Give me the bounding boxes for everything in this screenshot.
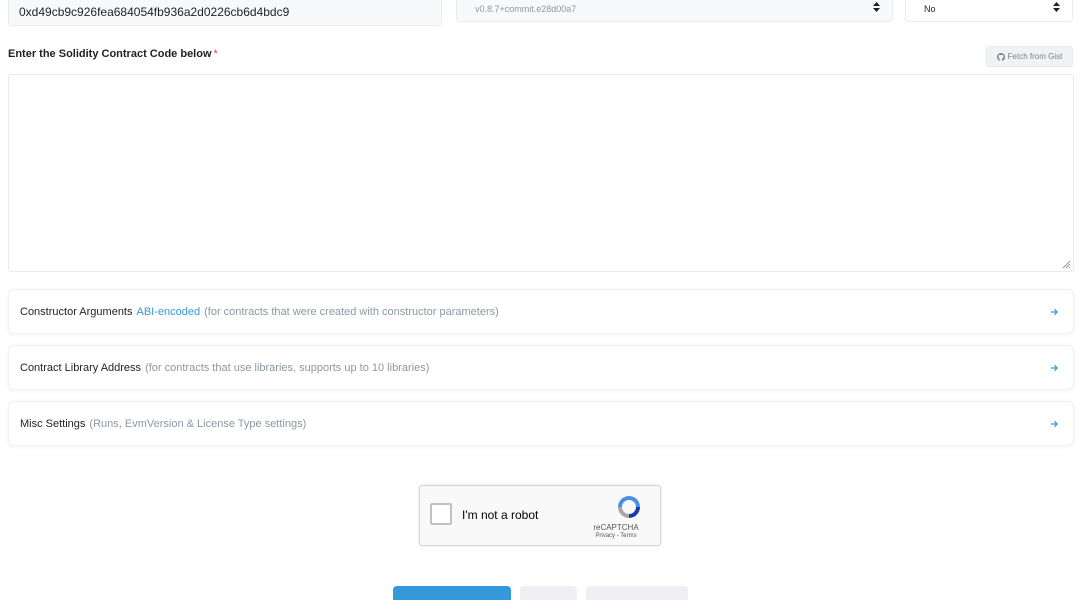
accordion-hint: (Runs, EvmVersion & License Type setting… — [89, 417, 307, 430]
arrow-right-icon — [1050, 364, 1059, 371]
required-asterisk: * — [213, 48, 218, 60]
compiler-version-value: v0.8.7+commit.e28d00a7 — [475, 4, 577, 14]
select-arrows-icon — [1053, 2, 1060, 12]
contract-address-value: 0xd49cb9c926fea684054fb936a2d0226cb6d4bd… — [19, 5, 290, 19]
accordion-title: Constructor Arguments — [20, 305, 133, 318]
verify-contract-page: 0xd49cb9c926fea684054fb936a2d0226cb6d4bd… — [0, 0, 1080, 600]
contract-address-input[interactable]: 0xd49cb9c926fea684054fb936a2d0226cb6d4bd… — [8, 0, 442, 26]
resize-handle-icon[interactable] — [1061, 259, 1071, 269]
compiler-version-select[interactable]: v0.8.7+commit.e28d00a7 — [456, 0, 893, 22]
fetch-from-gist-button[interactable]: Fetch from Gist — [986, 46, 1073, 67]
recaptcha-terms-links[interactable]: Privacy - Terms — [568, 533, 664, 539]
constructor-arguments-accordion[interactable]: Constructor Arguments ABI-encoded (for c… — [8, 289, 1074, 334]
recaptcha-label: I'm not a robot — [462, 508, 539, 522]
abi-encoded-link[interactable]: ABI-encoded — [137, 306, 201, 318]
accordion-title: Contract Library Address — [20, 361, 142, 374]
github-icon — [996, 52, 1005, 61]
misc-settings-accordion[interactable]: Misc Settings (Runs, EvmVersion & Licens… — [8, 401, 1074, 446]
accordion-hint: (for contracts that were created with co… — [204, 305, 499, 318]
optimization-select[interactable]: No — [905, 0, 1073, 22]
arrow-right-icon — [1050, 308, 1059, 315]
code-field-label: Enter the Solidity Contract Code below * — [8, 48, 218, 60]
reset-button[interactable] — [520, 586, 577, 600]
verify-and-publish-button[interactable] — [393, 586, 511, 600]
recaptcha-widget: I'm not a robot reCAPTCHA Privacy - Term… — [419, 485, 661, 546]
accordion-hint: (for contracts that use libraries, suppo… — [145, 361, 430, 374]
recaptcha-brand: reCAPTCHA — [593, 523, 639, 532]
fetch-gist-label: Fetch from Gist — [1007, 52, 1063, 61]
recaptcha-logo-icon — [618, 496, 640, 518]
accordion-title: Misc Settings — [20, 417, 86, 430]
optimization-value: No — [924, 4, 936, 14]
code-label-text: Enter the Solidity Contract Code below — [8, 48, 212, 60]
contract-code-textarea[interactable] — [8, 74, 1074, 272]
contract-library-address-accordion[interactable]: Contract Library Address (for contracts … — [8, 345, 1074, 390]
arrow-right-icon — [1050, 420, 1059, 427]
select-arrows-icon — [873, 2, 880, 12]
recaptcha-checkbox[interactable] — [430, 503, 452, 525]
return-to-main-button[interactable] — [586, 586, 688, 600]
